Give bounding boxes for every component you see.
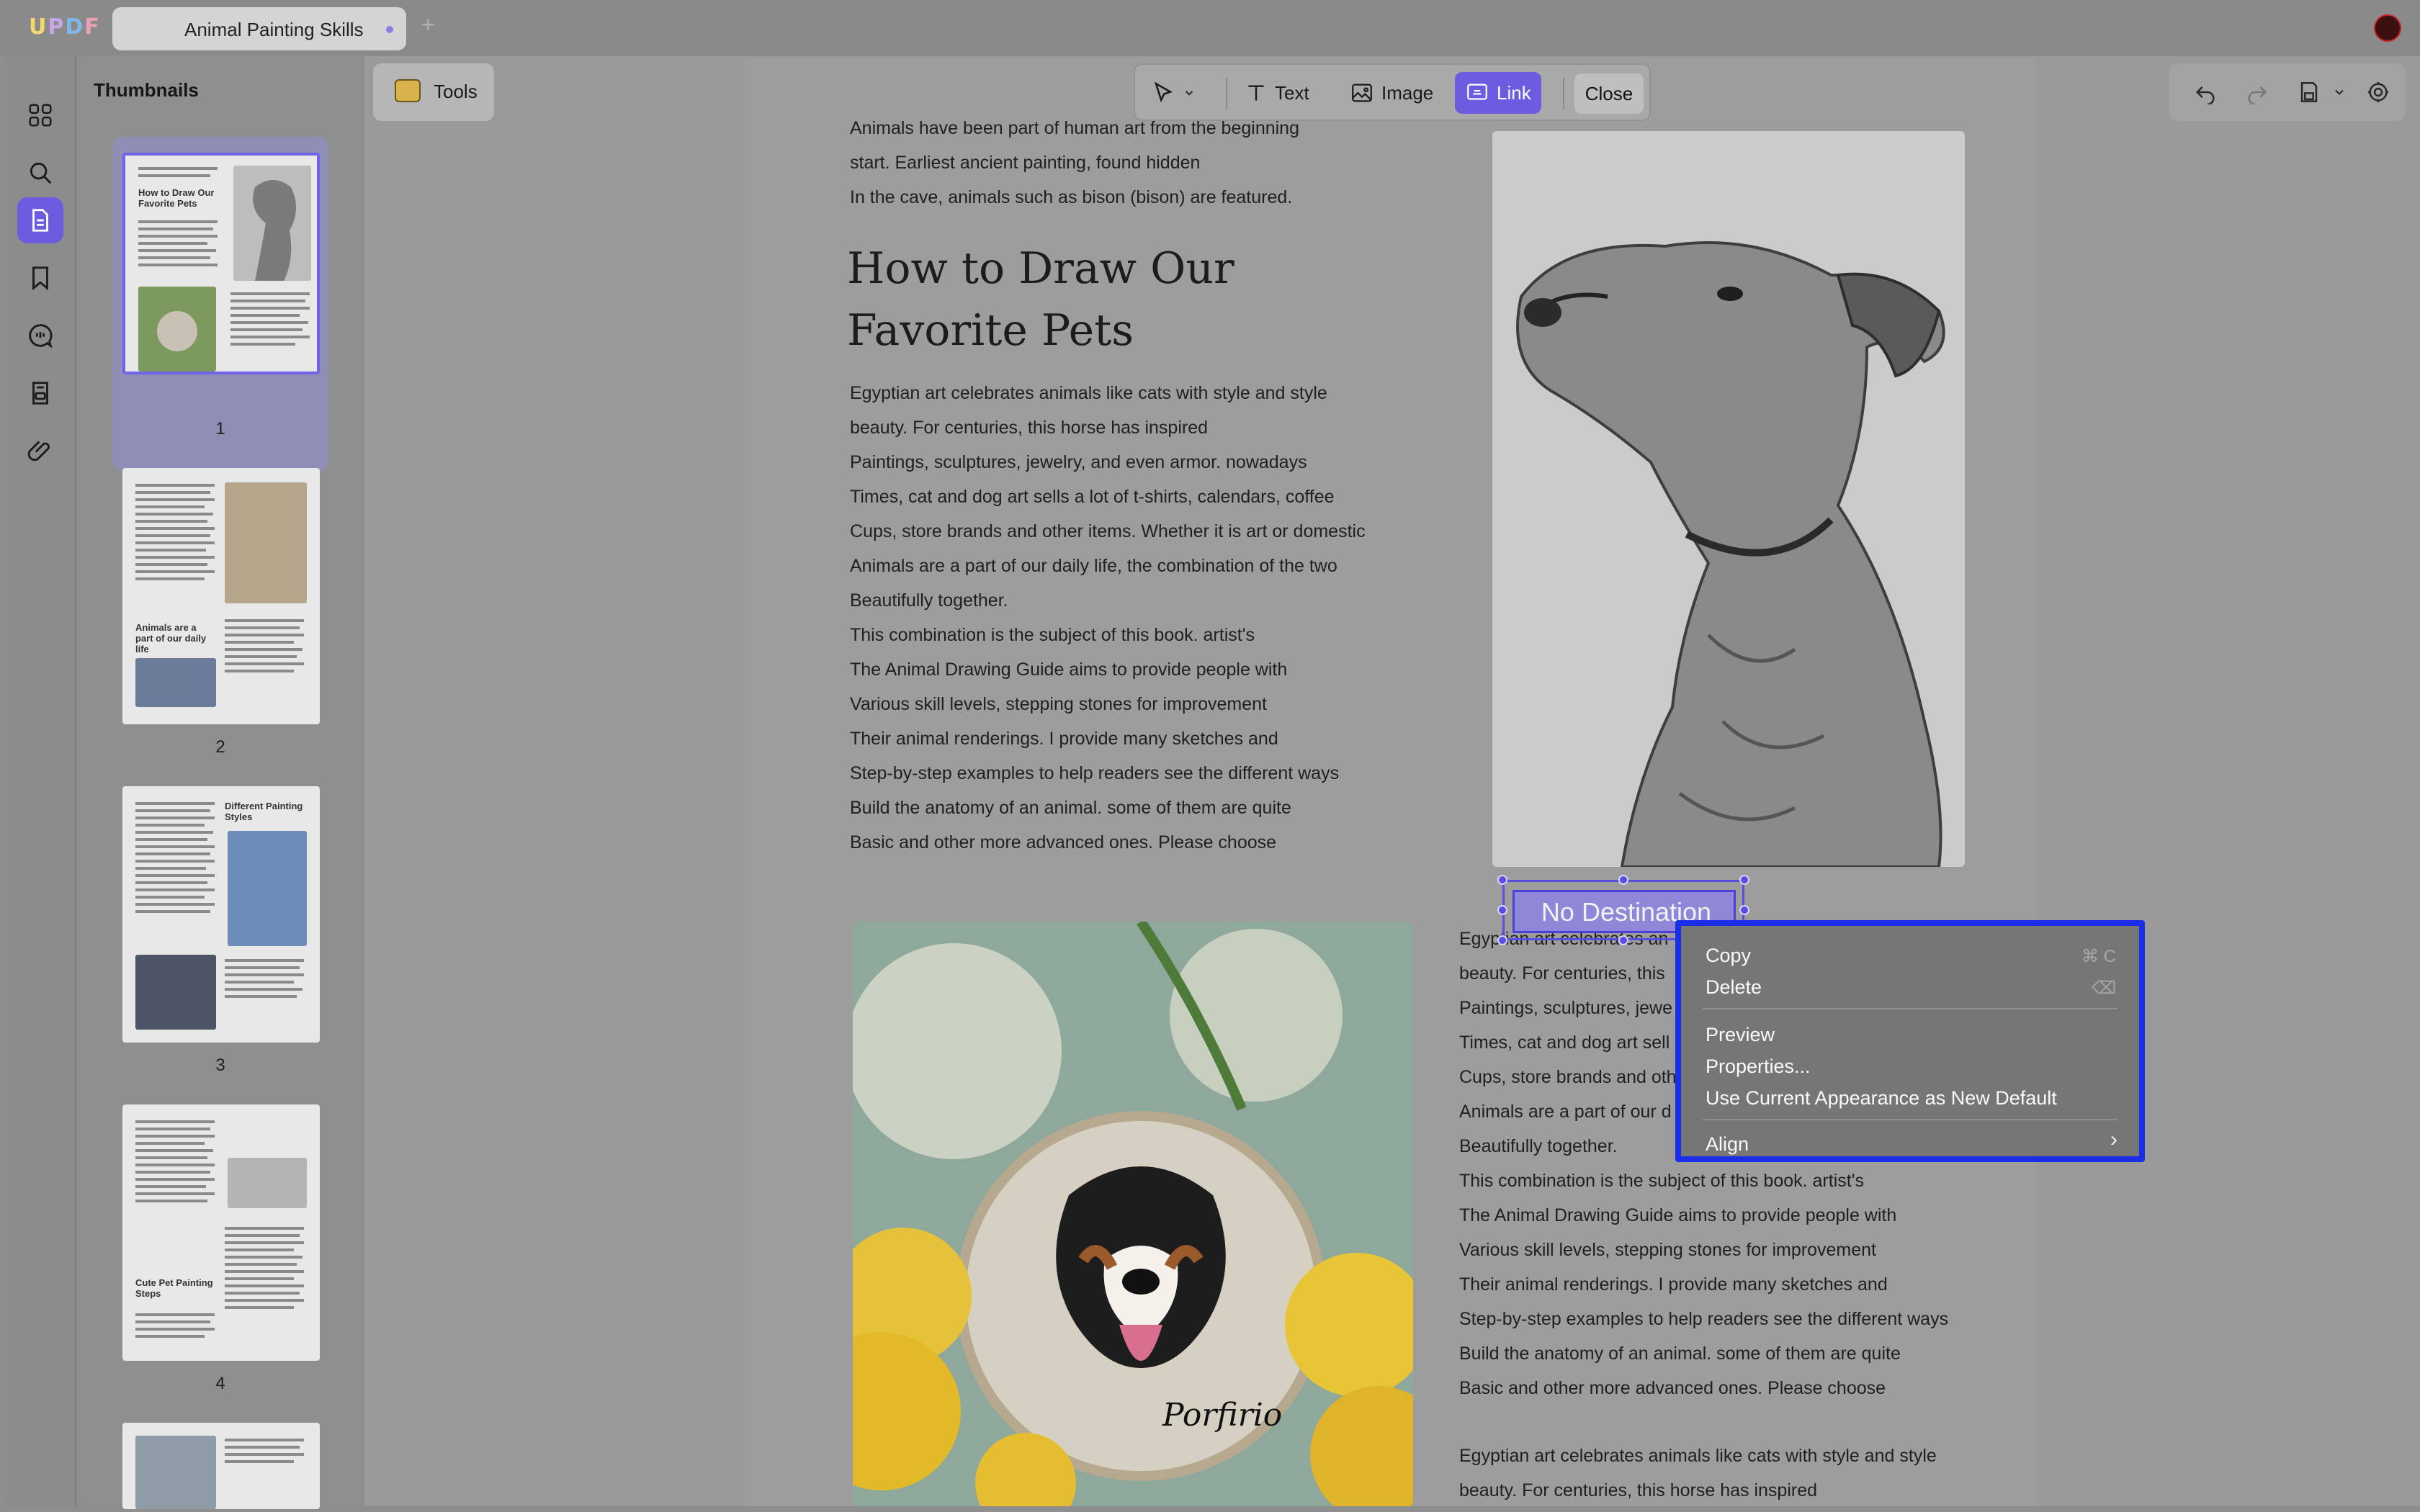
- thumb-heading: Different Painting Styles: [225, 801, 303, 822]
- left-rail: [6, 56, 75, 1506]
- menu-item-use-as-default[interactable]: Use Current Appearance as New Default: [1706, 1087, 2057, 1110]
- resize-handle[interactable]: [1739, 905, 1749, 915]
- chevron-down-icon: [2335, 89, 2344, 95]
- page-thumbnail-3[interactable]: Different Painting Styles: [122, 786, 320, 1043]
- comment-icon: [29, 324, 53, 348]
- thumb-dog-sketch: [233, 166, 311, 281]
- undo-icon: [2195, 86, 2215, 104]
- save-options-button[interactable]: [2331, 78, 2348, 107]
- page-thumbnail-5[interactable]: [122, 1423, 320, 1509]
- right-toolbar: [2169, 63, 2406, 121]
- body-paragraph: Egyptian art celebrates animals like cat…: [850, 383, 1366, 852]
- bottom-paragraph: Egyptian art celebrates animals like cat…: [1459, 1446, 1937, 1500]
- tools-button[interactable]: Tools: [373, 63, 494, 121]
- select-tool-button[interactable]: [1141, 72, 1206, 114]
- thumbnail-panel: Thumbnails How to Draw Our Favorite Pets…: [75, 56, 363, 1509]
- resize-handle[interactable]: [1497, 935, 1507, 945]
- thumb-heading: How to Draw Our Favorite Pets: [138, 187, 215, 209]
- ai-assistant-button[interactable]: [2364, 78, 2393, 107]
- resize-handle[interactable]: [1497, 875, 1507, 885]
- save-button[interactable]: [2295, 78, 2323, 107]
- ai-assistant-icon: [2367, 81, 2389, 103]
- dog-sketch-image[interactable]: [1492, 131, 1965, 867]
- page-number-2: 2: [215, 737, 225, 757]
- redo-button[interactable]: [2243, 78, 2272, 107]
- thumb-corgi-sketch: [228, 1158, 307, 1208]
- image-icon: [1352, 84, 1372, 102]
- text-label: Text: [1275, 81, 1309, 104]
- link-label: Link: [1497, 81, 1531, 104]
- text-icon: [1248, 85, 1264, 101]
- page-icon: [32, 209, 48, 232]
- thumb-watercolor-photo: [228, 831, 307, 946]
- edit-toolbar: Text Image Link Close: [1134, 63, 1651, 121]
- thumbnails-button[interactable]: [17, 197, 63, 243]
- new-tab-button[interactable]: +: [421, 12, 435, 38]
- delete-shortcut: ⌫: [2092, 978, 2116, 998]
- form-icon: [32, 382, 48, 405]
- page-thumbnail-4[interactable]: Cute Pet Painting Steps: [122, 1104, 320, 1361]
- image-label: Image: [1381, 81, 1434, 104]
- tools-label: Tools: [434, 81, 478, 102]
- page-thumbnail-1[interactable]: How to Draw Our Favorite Pets: [122, 153, 320, 374]
- page-number-1: 1: [215, 419, 225, 438]
- add-text-button[interactable]: Text: [1234, 72, 1319, 114]
- resize-handle[interactable]: [1618, 935, 1628, 945]
- copy-shortcut: ⌘ C: [2081, 947, 2116, 966]
- embroidery-name-text: Porfirio: [1162, 1397, 1282, 1434]
- page-number-4: 4: [215, 1374, 225, 1393]
- thumb-heading: Animals are a part of our daily life: [135, 622, 207, 654]
- pdf-page: Animals have been part of human art from…: [745, 58, 2037, 1506]
- resize-handle[interactable]: [1739, 875, 1749, 885]
- unsaved-dot-icon: [386, 26, 393, 33]
- grid-view-button[interactable]: [17, 92, 63, 138]
- user-avatar[interactable]: [2374, 14, 2401, 42]
- page-number-3: 3: [215, 1056, 225, 1075]
- resize-handle[interactable]: [1497, 905, 1507, 915]
- thumb-heading: Cute Pet Painting Steps: [135, 1277, 213, 1299]
- save-icon: [2300, 81, 2318, 103]
- comments-button[interactable]: [17, 312, 63, 359]
- menu-item-properties[interactable]: Properties...: [1706, 1056, 1811, 1078]
- undo-button[interactable]: [2191, 78, 2220, 107]
- add-link-button[interactable]: Link: [1455, 72, 1541, 114]
- app-logo: UPDF: [29, 14, 101, 40]
- document-tab[interactable]: Animal Painting Skills: [112, 7, 406, 50]
- thumb-palette-photo: [135, 658, 216, 707]
- toolbox-icon: [395, 79, 421, 102]
- close-edit-button[interactable]: Close: [1574, 73, 1644, 114]
- grid-icon: [29, 104, 52, 127]
- redo-icon: [2248, 86, 2267, 104]
- bookmark-icon: [32, 266, 48, 291]
- chevron-down-icon: [1185, 91, 1193, 96]
- add-image-button[interactable]: Image: [1340, 72, 1443, 114]
- chevron-right-icon: ›: [2110, 1128, 2118, 1151]
- cursor-icon: [1154, 81, 1173, 103]
- thumb-embroidery-photo: [138, 287, 216, 372]
- page-heading: How to Draw Our Favorite Pets: [847, 243, 1234, 356]
- embroidery-photo[interactable]: Porfirio: [853, 922, 1413, 1506]
- menu-item-preview[interactable]: Preview: [1706, 1024, 1775, 1046]
- attachments-button[interactable]: [17, 428, 63, 474]
- forms-button[interactable]: [17, 370, 63, 416]
- title-bar: UPDF Animal Painting Skills +: [0, 0, 2420, 56]
- menu-item-align[interactable]: Align: [1706, 1133, 1749, 1156]
- link-icon: [1467, 84, 1487, 100]
- page-thumbnail-2[interactable]: Animals are a part of our daily life: [122, 468, 320, 724]
- bookmark-button[interactable]: [17, 255, 63, 301]
- search-icon: [30, 162, 52, 184]
- thumbnails-title: Thumbnails: [94, 79, 199, 101]
- paperclip-icon: [27, 441, 50, 462]
- menu-item-copy[interactable]: Copy: [1706, 945, 1751, 967]
- search-button[interactable]: [17, 150, 63, 196]
- resize-handle[interactable]: [1618, 875, 1628, 885]
- thumb-brushes-photo: [225, 482, 307, 603]
- thumb-paint-pots-photo: [135, 955, 216, 1030]
- context-menu: Copy ⌘ C Delete ⌫ Preview Properties... …: [1675, 920, 2145, 1162]
- intro-paragraph: Animals have been part of human art from…: [850, 118, 1299, 207]
- document-tab-title: Animal Painting Skills: [184, 19, 364, 40]
- menu-item-delete[interactable]: Delete: [1706, 976, 1762, 999]
